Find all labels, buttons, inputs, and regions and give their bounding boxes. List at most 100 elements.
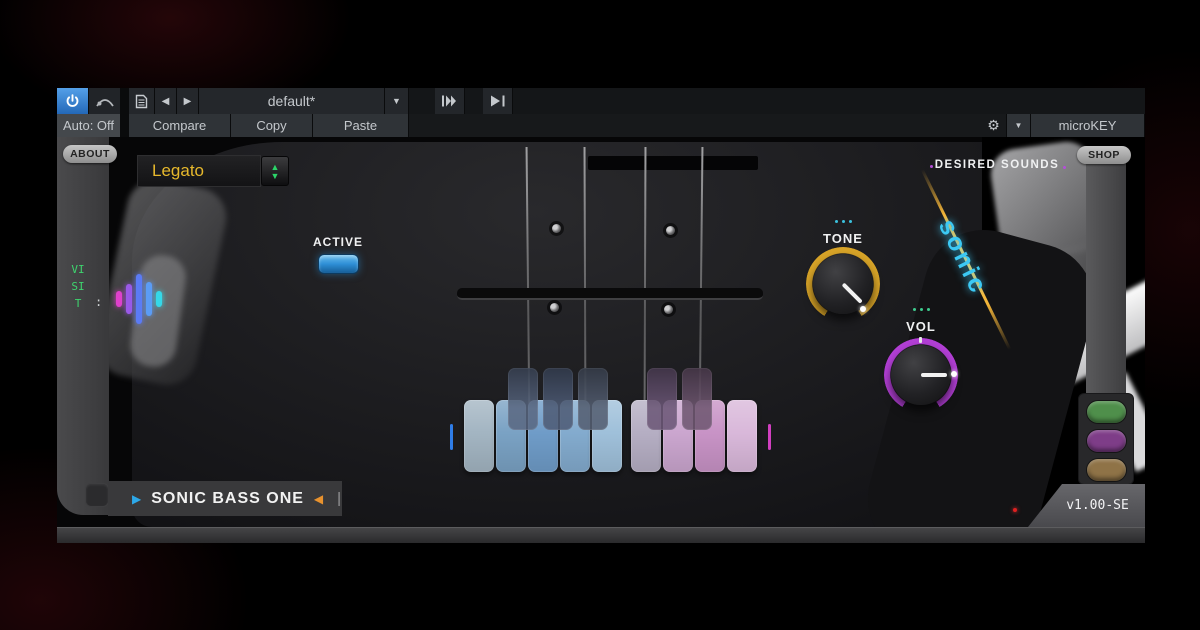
knob-pointer <box>921 373 947 377</box>
compare-button[interactable]: Compare <box>129 114 231 137</box>
automation-mode-label: Auto: Off <box>62 118 115 133</box>
screw <box>552 224 561 233</box>
tone-knob[interactable] <box>806 247 880 321</box>
automation-button[interactable] <box>89 88 121 114</box>
tone-dots <box>827 220 859 223</box>
black-key[interactable] <box>647 368 677 430</box>
screenshot: ◀ ▶ default* ▼ Auto: Off Compare Copy Pa… <box>0 0 1200 630</box>
knob-end-dot <box>860 306 866 312</box>
status-red-dot <box>1013 508 1017 512</box>
keyboard-right-tick <box>768 424 771 450</box>
active-led[interactable] <box>318 254 359 274</box>
waveform-bar <box>126 284 132 314</box>
screw <box>666 226 675 235</box>
keyboard <box>464 368 766 474</box>
toolbar-filler <box>513 88 1145 114</box>
vol-label: VOL <box>906 319 936 334</box>
desired-sounds-link[interactable] <box>116 271 168 327</box>
compare-label: Compare <box>152 118 207 133</box>
visit-separator: : <box>95 295 103 309</box>
preset-dropdown-button[interactable]: ▼ <box>385 88 409 114</box>
indicator-dot <box>926 308 930 311</box>
chevron-down-icon: ▼ <box>392 96 401 106</box>
white-key[interactable] <box>464 400 494 472</box>
black-key[interactable] <box>682 368 712 430</box>
host-toolbar-row1: ◀ ▶ default* ▼ <box>57 88 1145 114</box>
gear-icon: ⚙ <box>987 117 1000 133</box>
power-button[interactable] <box>57 88 89 114</box>
bridge-bar <box>588 156 758 170</box>
left-rail <box>57 137 109 515</box>
toolbar-divider <box>121 114 129 137</box>
settings-button[interactable]: ⚙ <box>981 114 1007 137</box>
indicator-dot <box>848 220 852 223</box>
brand-label: DESIRED SOUNDS <box>934 159 1060 171</box>
side-led-panel <box>1078 393 1134 485</box>
power-icon <box>66 93 79 107</box>
automation-mode-button[interactable]: Auto: Off <box>57 114 121 137</box>
brand-dot <box>1063 166 1066 169</box>
arrow-to-bar-icon <box>490 95 504 107</box>
midi-device-label: microKEY <box>1058 118 1117 133</box>
indicator-dot <box>912 308 916 311</box>
mode-selector[interactable]: Legato <box>137 155 261 187</box>
toolbar-spacer <box>409 88 435 114</box>
waveform-bar <box>116 291 122 307</box>
screw <box>550 303 559 312</box>
mode-stepper[interactable]: ▲ ▼ <box>261 156 289 186</box>
toolbar-divider <box>121 88 129 114</box>
about-button[interactable]: ABOUT <box>63 145 117 163</box>
midi-device-selector[interactable]: microKEY <box>1031 114 1145 137</box>
automation-curve-icon <box>95 99 114 107</box>
footer-square-button[interactable] <box>85 483 109 507</box>
side-led-button[interactable] <box>1087 459 1126 481</box>
prev-preset-button[interactable]: ◀ <box>155 88 177 114</box>
paste-label: Paste <box>343 118 378 133</box>
chevron-down-icon: ▼ <box>1014 121 1023 130</box>
waveform-bar <box>156 291 162 307</box>
black-key[interactable] <box>578 368 608 430</box>
toolbar-filler <box>409 114 981 137</box>
black-key[interactable] <box>508 368 538 430</box>
side-led-button[interactable] <box>1087 401 1126 423</box>
version-label: v1.00-SE <box>1066 498 1129 513</box>
toolbar-gap <box>465 88 483 114</box>
brand-dot <box>930 165 933 168</box>
white-key[interactable] <box>727 400 757 472</box>
tone-label: TONE <box>823 231 863 246</box>
ring-top-tick <box>919 337 922 343</box>
title-prev-icon[interactable]: ◀ <box>314 492 323 506</box>
indicator-dot <box>834 220 838 223</box>
black-key[interactable] <box>543 368 573 430</box>
waveform-bar <box>136 274 142 324</box>
plugin-gui: ABOUT SHOP Legato ▲ ▼ VISIT : ACTIVE DES… <box>57 137 1145 527</box>
store-preset-button[interactable] <box>435 88 465 114</box>
mode-value: Legato <box>152 161 204 180</box>
knob-end-dot <box>951 371 957 377</box>
device-dropdown-button[interactable]: ▼ <box>1007 114 1031 137</box>
host-toolbar-row2: Auto: Off Compare Copy Paste ⚙ ▼ microKE… <box>57 114 1145 137</box>
preset-selector[interactable]: default* <box>199 88 385 114</box>
indicator-dot <box>919 308 923 311</box>
indicator-dot <box>841 220 845 223</box>
preset-file-button[interactable] <box>129 88 155 114</box>
recall-preset-button[interactable] <box>483 88 513 114</box>
title-divider: | <box>337 490 342 507</box>
plugin-title-bar: ▶ SONIC BASS ONE ◀ | <box>108 481 342 516</box>
copy-button[interactable]: Copy <box>231 114 313 137</box>
next-preset-button[interactable]: ▶ <box>177 88 199 114</box>
vol-knob[interactable] <box>884 337 958 412</box>
side-led-button[interactable] <box>1087 430 1126 452</box>
pickup-slot <box>457 288 763 300</box>
title-next-icon[interactable]: ▶ <box>132 492 141 506</box>
file-icon <box>135 94 148 108</box>
window-bottom-edge <box>57 527 1145 543</box>
active-label: ACTIVE <box>312 235 363 249</box>
stepper-down-icon: ▼ <box>270 170 280 181</box>
stepper-up-icon: ▲ <box>270 161 280 172</box>
about-label: ABOUT <box>70 148 110 160</box>
paste-button-disabled[interactable]: Paste <box>313 114 409 137</box>
shop-button[interactable]: SHOP <box>1077 146 1131 164</box>
copy-label: Copy <box>256 118 287 133</box>
screw <box>664 305 673 314</box>
